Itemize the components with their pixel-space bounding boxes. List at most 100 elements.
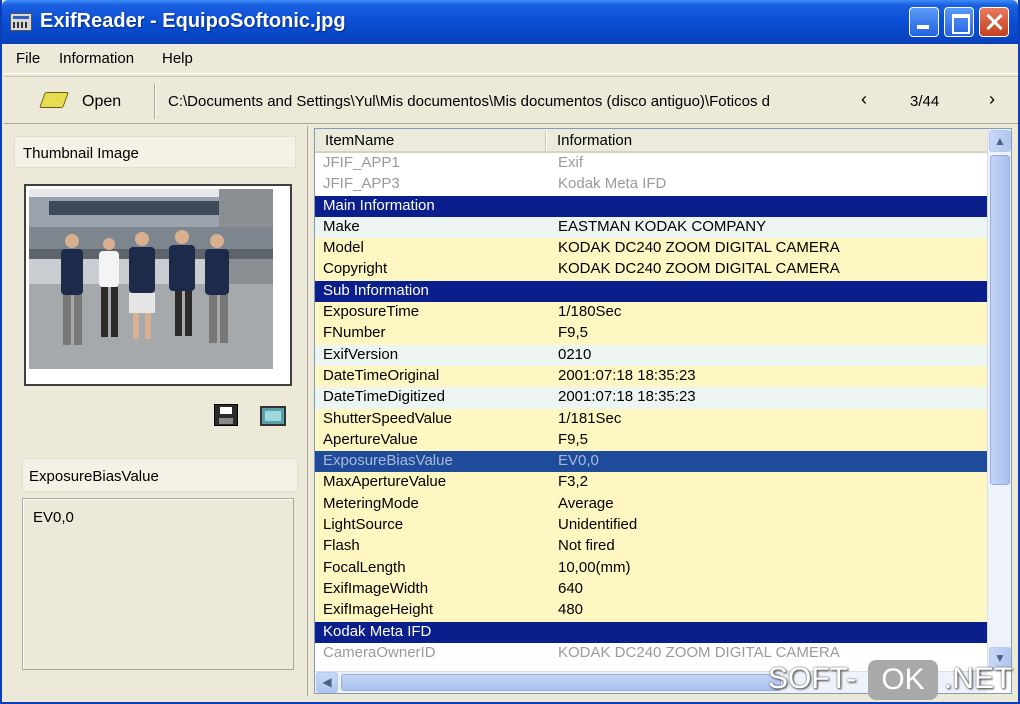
information-cell: 1/181Sec [558,409,622,427]
app-window: ExifReader - EquipoSoftonic.jpg File Inf… [0,0,1020,704]
menu-information[interactable]: Information [59,50,134,67]
information-cell: 10,00(mm) [558,558,631,576]
next-image-button[interactable]: › [982,89,1002,111]
table-row[interactable]: FNumber F9,5 [315,323,987,345]
column-divider[interactable] [545,131,547,151]
save-icon[interactable] [214,404,238,426]
item-name-cell: ExifImageHeight [323,601,434,619]
item-name-cell: MeteringMode [323,494,419,512]
section-header-row[interactable]: Main Information [315,195,987,217]
information-cell: KODAK DC240 ZOOM DIGITAL CAMERA [558,643,840,661]
item-name-cell: FocalLength [323,558,406,576]
item-name-cell: Main Information [323,196,435,214]
table-row[interactable]: LightSource Unidentified [315,515,987,537]
item-name-cell: Make [323,217,360,235]
watermark-part2: OK [868,660,938,700]
table-row[interactable]: ExifVersion 0210 [315,344,987,366]
table-rows: JFIF_APP1 Exif JFIF_APP3 Kodak Meta IFD Main… [315,153,987,665]
item-name-cell: LightSource [323,516,404,534]
watermark-part1: SOFT- [768,662,857,695]
information-cell: Not fired [558,537,615,555]
thumbnail-header-label: Thumbnail Image [23,145,139,162]
open-button[interactable]: Open [14,81,144,121]
table-row[interactable]: MaxApertureValue F3,2 [315,472,987,494]
menu-file[interactable]: File [16,50,40,67]
table-row[interactable]: Model KODAK DC240 ZOOM DIGITAL CAMERA [315,238,987,260]
item-name-cell: Flash [323,537,360,555]
table-row[interactable]: Flash Not fired [315,536,987,558]
information-cell: Exif [558,154,584,171]
item-name-cell: ApertureValue [323,430,418,448]
item-name-cell: ExposureTime [323,303,420,321]
item-name-cell: JFIF_APP3 [323,175,400,193]
item-name-cell: Copyright [323,260,388,278]
table-row[interactable]: Copyright KODAK DC240 ZOOM DIGITAL CAMERA [315,259,987,281]
horizontal-scroll-thumb[interactable] [341,674,781,691]
table-row[interactable]: DateTimeDigitized 2001:07:18 18:35:23 [315,387,987,409]
information-cell: 2001:07:18 18:35:23 [558,388,696,406]
information-cell: 640 [558,579,584,597]
item-name-cell: MaxApertureValue [323,473,447,491]
item-name-cell: ExposureBiasValue [323,452,453,470]
table-header: ItemName Information [315,129,987,153]
information-cell: KODAK DC240 ZOOM DIGITAL CAMERA [558,260,840,278]
open-button-label: Open [82,93,122,110]
toolbar-separator [154,83,156,119]
thumbnail-frame [24,184,292,386]
table-row[interactable]: ExifImageHeight 480 [315,600,987,622]
column-header-information[interactable]: Information [557,132,632,149]
menu-bar: File Information Help [4,44,1018,74]
minimize-button[interactable] [909,7,939,37]
item-name-cell: ExifVersion [323,345,399,363]
maximize-button[interactable] [944,7,974,37]
item-name-cell: Model [323,239,364,257]
monitor-icon[interactable] [260,406,286,426]
image-counter: 3/44 [910,93,940,110]
window-title: ExifReader - EquipoSoftonic.jpg [40,10,346,32]
open-folder-icon [39,92,69,108]
scroll-left-icon[interactable]: ◀ [316,672,338,693]
item-name-cell: JFIF_APP1 [323,154,400,171]
table-row[interactable]: ExifImageWidth 640 [315,578,987,601]
item-name-cell: ShutterSpeedValue [323,409,452,427]
previous-image-button[interactable]: ‹ [854,89,874,111]
table-row[interactable]: JFIF_APP1 Exif [315,153,987,175]
close-button[interactable] [979,7,1009,37]
table-row[interactable]: Make EASTMAN KODAK COMPANY [315,216,987,239]
file-path: C:\Documents and Settings\Yul\Mis docume… [168,93,770,110]
selected-item-value-box: EV0,0 [22,498,294,670]
title-bar[interactable]: ExifReader - EquipoSoftonic.jpg [2,0,1018,44]
menu-help[interactable]: Help [162,50,193,67]
selected-item-value: EV0,0 [33,509,74,526]
table-row[interactable]: FocalLength 10,00(mm) [315,557,987,579]
information-cell: 1/180Sec [558,303,622,321]
section-header-row[interactable]: Kodak Meta IFD [315,621,987,643]
vertical-scrollbar[interactable]: ▲ ▼ [987,129,1011,671]
left-panel: Thumbnail Image ExposureBiasValue EV0,0 [4,126,308,696]
section-header-row[interactable]: Sub Information [315,280,987,303]
table-row[interactable]: ExposureTime 1/180Sec [315,302,987,324]
item-name-cell: CameraOwnerID [323,643,436,661]
vertical-scroll-thumb[interactable] [990,155,1010,485]
information-cell: 0210 [558,345,592,363]
item-name-cell: FNumber [323,324,386,342]
table-row[interactable]: ExposureBiasValue EV0,0 [315,451,987,473]
toolbar: Open C:\Documents and Settings\Yul\Mis d… [4,76,1018,124]
table-row[interactable]: ApertureValue F9,5 [315,429,987,452]
column-header-itemname[interactable]: ItemName [325,132,394,149]
item-name-cell: ExifImageWidth [323,579,429,597]
scroll-up-icon[interactable]: ▲ [989,130,1011,152]
table-row[interactable]: JFIF_APP3 Kodak Meta IFD [315,174,987,196]
selected-item-header: ExposureBiasValue [22,458,298,492]
item-name-cell: DateTimeOriginal [323,366,440,384]
table-row[interactable]: ShutterSpeedValue 1/181Sec [315,408,987,430]
information-cell: 480 [558,601,584,619]
selected-item-name: ExposureBiasValue [29,468,159,485]
information-cell: Kodak Meta IFD [558,175,667,193]
information-cell: F9,5 [558,430,589,448]
information-cell: F9,5 [558,324,589,342]
table-row[interactable]: DateTimeOriginal 2001:07:18 18:35:23 [315,365,987,388]
information-cell: EASTMAN KODAK COMPANY [558,217,767,235]
table-row[interactable]: MeteringMode Average [315,493,987,516]
information-cell: Average [558,494,614,512]
